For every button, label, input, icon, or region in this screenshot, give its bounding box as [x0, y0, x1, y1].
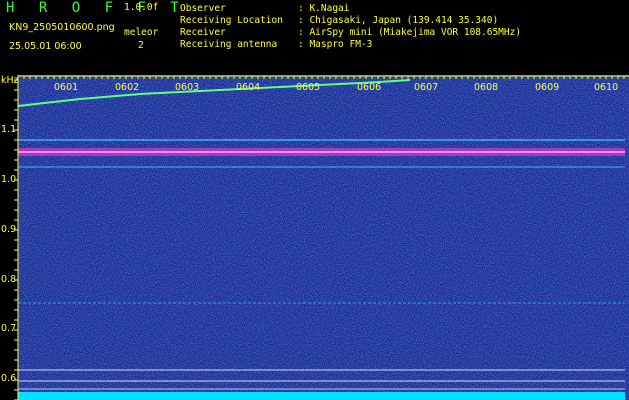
spectrogram [14, 75, 629, 400]
info-value-location: : Chigasaki, Japan (139.414 35.340) [298, 15, 499, 26]
time-tick-label: 0606 [357, 82, 382, 93]
info-key-antenna: Receiving antenna [180, 39, 278, 50]
y-tick-label: 0.8 [1, 274, 17, 285]
file-datetime: 25.05.01 06:00 [9, 41, 82, 52]
info-value-receiver: : AirSpy mini (Miakejima VOR 108.65MHz) [298, 27, 522, 38]
time-tick-label: 0603 [175, 82, 200, 93]
time-tick-label: 0605 [296, 82, 321, 93]
file-name: KN9_2505010600.png [9, 22, 115, 33]
info-value-observer: : K.Nagai [298, 3, 350, 14]
y-tick-label: 0.7 [1, 323, 17, 334]
meteor-label: meleor [124, 27, 159, 38]
time-tick-label: 0602 [115, 82, 140, 93]
info-key-location: Receiving Location [180, 15, 283, 26]
time-tick-label: 0601 [54, 82, 79, 93]
info-key-observer: Observer [180, 3, 226, 14]
info-key-receiver: Receiver [180, 27, 226, 38]
spectrogram-noise [18, 75, 629, 400]
info-value-antenna: : Maspro FM-3 [298, 39, 373, 50]
time-tick-label: 0607 [414, 82, 439, 93]
y-tick-label: 1.1 [1, 124, 17, 135]
meteor-count: 2 [138, 40, 144, 51]
app-version: 1.0.0f [124, 2, 159, 13]
time-tick-label: 0609 [535, 82, 560, 93]
y-axis-unit: kHz [1, 75, 19, 86]
signal-level-band [18, 392, 625, 400]
y-tick-label: 0.6 [1, 373, 17, 384]
time-tick-label: 0608 [474, 82, 499, 93]
time-tick-label: 0604 [236, 82, 261, 93]
y-tick-label: 0.9 [1, 224, 17, 235]
time-tick-label: 0610 [594, 82, 619, 93]
app-title: H R O F F T [6, 0, 187, 16]
y-tick-label: 1.0 [1, 174, 17, 185]
